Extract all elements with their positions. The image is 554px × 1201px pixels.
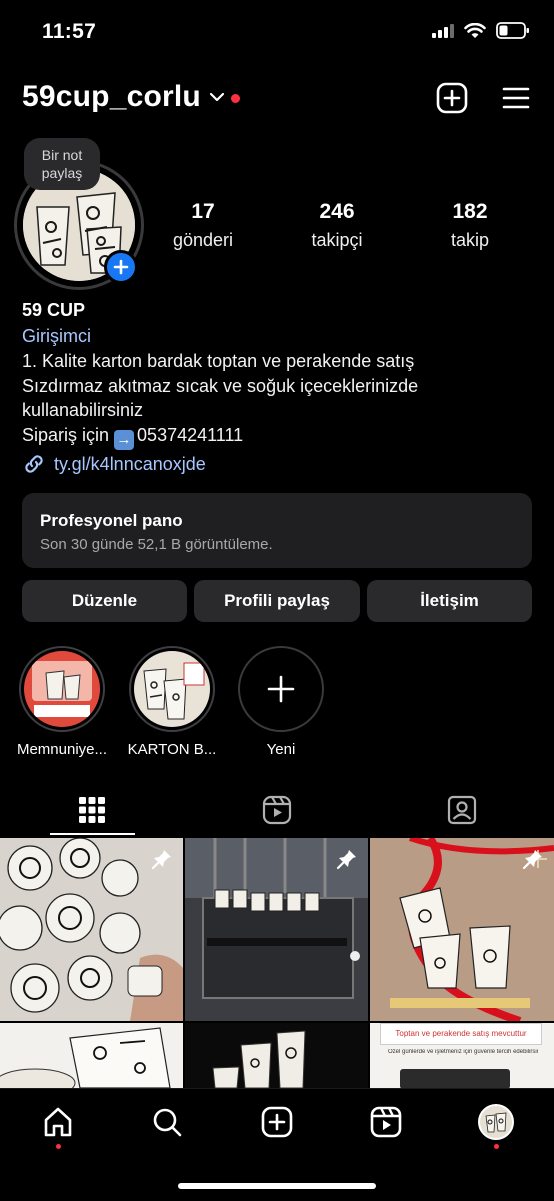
- home-indicator: [178, 1183, 376, 1189]
- bio-line: Sızdırmaz akıtmaz sıcak ve soğuk içecekl…: [22, 375, 419, 396]
- note-line-2: paylaş: [41, 165, 83, 181]
- highlight-label: Yeni: [266, 741, 296, 758]
- nav-search[interactable]: [142, 1102, 192, 1142]
- reels-icon: [262, 795, 292, 825]
- pinned-icon: [336, 850, 356, 870]
- bio-text: 1. Kalite karton bardak toptan ve perake…: [22, 349, 532, 450]
- share-profile-button[interactable]: Profili paylaş: [194, 580, 360, 622]
- highlight-label: KARTON B...: [127, 741, 217, 758]
- post-text-sub: Özel günlerde ve işletmeniz için güvenle…: [388, 1049, 538, 1055]
- tab-tagged[interactable]: [370, 784, 554, 836]
- home-notification-dot: [56, 1144, 61, 1149]
- status-time: 11:57: [42, 20, 97, 43]
- professional-dashboard-card[interactable]: Profesyonel pano Son 30 günde 52,1 B gör…: [22, 493, 532, 568]
- stat-following[interactable]: 182 takip: [415, 200, 525, 251]
- dashboard-subtitle: Son 30 günde 52,1 B görüntüleme.: [40, 536, 273, 553]
- highlight-ring[interactable]: [238, 646, 324, 732]
- home-icon: [44, 1107, 72, 1137]
- plus-square-icon: [436, 82, 468, 114]
- link-icon: [25, 455, 43, 473]
- stat-followers[interactable]: 246 takipçi: [282, 200, 392, 251]
- note-line-1: Bir not: [41, 147, 83, 163]
- highlight-label: Memnuniye...: [16, 741, 108, 758]
- active-tab-indicator: [50, 833, 135, 835]
- grid-post[interactable]: Toptan ve perakende satış mevcuttur Özel…: [370, 1023, 554, 1088]
- post-text-top: Toptan ve perakende satış mevcuttur: [380, 1023, 542, 1045]
- nav-home[interactable]: [33, 1102, 83, 1142]
- search-icon: [153, 1108, 182, 1137]
- post-image: [185, 1023, 368, 1088]
- status-icons: [432, 22, 530, 39]
- new-highlight-button[interactable]: Yeni: [235, 646, 327, 758]
- battery-icon: [496, 22, 529, 39]
- tab-reels[interactable]: [185, 784, 369, 836]
- plus-icon: [267, 675, 295, 703]
- grid-post[interactable]: [185, 838, 368, 1021]
- pinned-icon: [522, 850, 542, 870]
- display-name: 59 CUP: [22, 300, 86, 320]
- highlight-item[interactable]: Memnuniye...: [16, 646, 108, 758]
- add-story-button[interactable]: [104, 250, 138, 284]
- profile-link[interactable]: ty.gl/k4lnncanoxjde: [22, 452, 206, 476]
- pinned-icon: [151, 850, 171, 870]
- wifi-icon: [464, 22, 486, 38]
- stat-posts[interactable]: 17 gönderi: [148, 200, 258, 251]
- nav-reels[interactable]: [361, 1102, 411, 1142]
- tagged-icon: [447, 795, 477, 825]
- grid-post[interactable]: [185, 1023, 368, 1088]
- note-bubble[interactable]: Bir not paylaş: [24, 138, 100, 190]
- grid-post[interactable]: [370, 838, 554, 1021]
- plus-icon: [113, 259, 129, 275]
- cellular-signal-icon: [432, 23, 454, 38]
- category-label[interactable]: Girişimci: [22, 326, 91, 347]
- post-image: [0, 1023, 183, 1088]
- highlight-ring[interactable]: [19, 646, 105, 732]
- bio-line: kullanabilirsiniz: [22, 400, 144, 420]
- highlight-cover: [24, 651, 100, 727]
- profile-avatar-icon: [478, 1104, 514, 1140]
- phone-number[interactable]: 05374241111: [137, 425, 243, 445]
- nav-profile[interactable]: [471, 1102, 521, 1142]
- chevron-down-icon: [209, 92, 225, 102]
- create-button[interactable]: [434, 80, 470, 116]
- stat-label: takip: [450, 230, 490, 250]
- grid-post[interactable]: [0, 838, 183, 1021]
- edit-profile-button[interactable]: Düzenle: [22, 580, 187, 622]
- reels-icon: [370, 1106, 402, 1138]
- profile-notification-dot: [494, 1144, 499, 1149]
- bio-line: 1. Kalite karton bardak toptan ve perake…: [22, 351, 415, 371]
- stat-value: 246: [319, 200, 355, 223]
- post-image: [400, 1069, 510, 1088]
- order-prefix: Sipariş için: [22, 424, 110, 445]
- stat-value: 17: [191, 200, 215, 223]
- grid-icon: [79, 797, 105, 823]
- contact-button[interactable]: İletişim: [367, 580, 532, 622]
- link-text: ty.gl/k4lnncanoxjde: [54, 453, 206, 474]
- menu-button[interactable]: [498, 80, 534, 116]
- account-switcher[interactable]: 59cup_corlu: [22, 80, 240, 114]
- stat-label: gönderi: [172, 230, 234, 250]
- notification-dot: [230, 93, 240, 103]
- highlight-cover: [134, 651, 210, 727]
- nav-create[interactable]: [252, 1102, 302, 1142]
- highlight-ring[interactable]: [129, 646, 215, 732]
- create-icon: [261, 1106, 293, 1138]
- bio-order-line: Sipariş için → 05374241111: [22, 423, 532, 450]
- hamburger-menu-icon: [502, 87, 530, 109]
- dashboard-title: Profesyonel pano: [40, 511, 183, 530]
- arrow-right-emoji-icon: →: [114, 429, 135, 450]
- username: 59cup_corlu: [22, 80, 201, 113]
- stat-value: 182: [452, 200, 488, 223]
- stat-label: takipçi: [311, 230, 363, 250]
- grid-post[interactable]: [0, 1023, 183, 1088]
- tab-posts-grid[interactable]: [0, 784, 184, 836]
- highlight-item[interactable]: KARTON B...: [126, 646, 218, 758]
